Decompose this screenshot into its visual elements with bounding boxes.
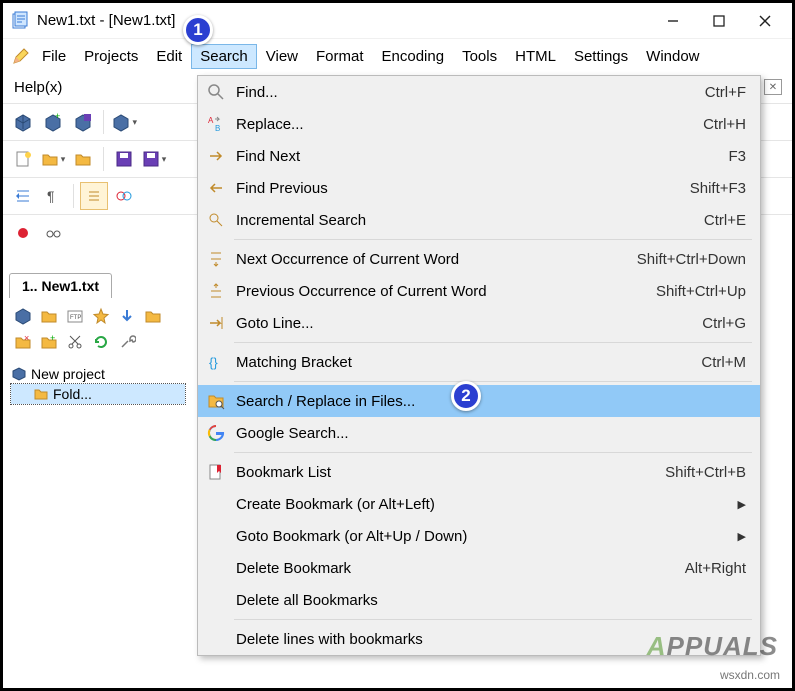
close-button[interactable]: [742, 6, 788, 36]
search-menu: Find... Ctrl+F AB Replace... Ctrl+H Find…: [197, 75, 761, 656]
cube-icon[interactable]: [9, 108, 37, 136]
window-title: New1.txt - [New1.txt]: [37, 12, 650, 29]
search-files-icon: [202, 392, 230, 410]
menu-create-bookmark[interactable]: Create Bookmark (or Alt+Left) ▶: [198, 488, 760, 520]
cube-dropdown[interactable]: [110, 108, 138, 136]
refresh-icon[interactable]: [89, 330, 113, 354]
project-tree: New project Fold...: [9, 360, 187, 408]
ftp-icon[interactable]: FTP: [63, 304, 87, 328]
find-next-icon: [202, 147, 230, 165]
menu-bookmark-list[interactable]: Bookmark List Shift+Ctrl+B: [198, 456, 760, 488]
svg-text:+: +: [50, 333, 55, 343]
menu-replace[interactable]: AB Replace... Ctrl+H: [198, 108, 760, 140]
folder-x-icon[interactable]: ×: [11, 330, 35, 354]
menu-google-search[interactable]: Google Search...: [198, 417, 760, 449]
folder-tree-icon: [33, 386, 49, 402]
google-icon: [202, 424, 230, 442]
menu-find[interactable]: Find... Ctrl+F: [198, 76, 760, 108]
next-word-icon: [202, 250, 230, 268]
menu-incremental[interactable]: Incremental Search Ctrl+E: [198, 204, 760, 236]
tools-icon[interactable]: [115, 330, 139, 354]
down-arrow-icon[interactable]: [115, 304, 139, 328]
menu-html[interactable]: HTML: [506, 44, 565, 69]
annotation-badge-1: 1: [183, 15, 213, 45]
menu-edit[interactable]: Edit: [147, 44, 191, 69]
menu-file[interactable]: File: [33, 44, 75, 69]
scissors-icon[interactable]: [63, 330, 87, 354]
folder-small-icon[interactable]: [37, 304, 61, 328]
cube-tree-icon: [11, 366, 27, 382]
menu-prev-occurrence[interactable]: Previous Occurrence of Current Word Shif…: [198, 275, 760, 307]
menu-goto-bookmark[interactable]: Goto Bookmark (or Alt+Up / Down) ▶: [198, 520, 760, 552]
svg-text:A: A: [208, 116, 214, 125]
minimize-button[interactable]: [650, 6, 696, 36]
maximize-button[interactable]: [696, 6, 742, 36]
bracket-icon: {}: [202, 353, 230, 371]
find-prev-icon: [202, 179, 230, 197]
tree-folder-row[interactable]: Fold...: [11, 384, 185, 404]
pilcrow-icon[interactable]: ¶: [39, 182, 67, 210]
bookmark-icon: [202, 463, 230, 481]
svg-text:¶: ¶: [47, 188, 55, 204]
prev-word-icon: [202, 282, 230, 300]
menu-tools[interactable]: Tools: [453, 44, 506, 69]
open-folder2-icon[interactable]: [69, 145, 97, 173]
compare-icon[interactable]: [110, 182, 138, 210]
indent-icon[interactable]: [9, 182, 37, 210]
menu-goto-line[interactable]: Goto Line... Ctrl+G: [198, 307, 760, 339]
star-icon[interactable]: [89, 304, 113, 328]
menu-find-prev[interactable]: Find Previous Shift+F3: [198, 172, 760, 204]
title-bar: New1.txt - [New1.txt]: [3, 3, 792, 39]
svg-text:+: +: [55, 112, 60, 121]
record-icon[interactable]: [9, 219, 37, 247]
menu-delete-all-bookmarks[interactable]: Delete all Bookmarks: [198, 584, 760, 616]
svg-text:×: ×: [24, 333, 29, 343]
menu-find-next[interactable]: Find Next F3: [198, 140, 760, 172]
folder-copy-icon[interactable]: [141, 304, 165, 328]
svg-text:FTP: FTP: [70, 315, 81, 321]
annotation-badge-2: 2: [451, 381, 481, 411]
document-tab[interactable]: 1.. New1.txt: [9, 273, 112, 298]
menu-matching-bracket[interactable]: {} Matching Bracket Ctrl+M: [198, 346, 760, 378]
folder-label: Fold...: [53, 386, 92, 402]
goto-icon: [202, 314, 230, 332]
svg-text:{}: {}: [209, 355, 218, 370]
save-dropdown-icon[interactable]: [140, 145, 168, 173]
app-icon: [11, 11, 31, 31]
save-icon[interactable]: [110, 145, 138, 173]
submenu-arrow-icon: ▶: [738, 530, 746, 543]
menu-settings[interactable]: Settings: [565, 44, 637, 69]
list-icon[interactable]: [80, 182, 108, 210]
footer-domain: wsxdn.com: [720, 668, 780, 682]
menu-delete-bookmark[interactable]: Delete Bookmark Alt+Right: [198, 552, 760, 584]
menu-encoding[interactable]: Encoding: [373, 44, 454, 69]
tree-project-row[interactable]: New project: [11, 364, 185, 384]
pencil-icon: [11, 48, 29, 66]
submenu-arrow-icon: ▶: [738, 498, 746, 511]
menu-next-occurrence[interactable]: Next Occurrence of Current Word Shift+Ct…: [198, 243, 760, 275]
new-file-icon[interactable]: [9, 145, 37, 173]
sidebar-toolbar: FTP × +: [9, 298, 187, 360]
menu-window[interactable]: Window: [637, 44, 708, 69]
sidebar: 1.. New1.txt FTP × + New project Fold...: [9, 273, 187, 408]
project-label: New project: [31, 366, 105, 382]
menu-view[interactable]: View: [257, 44, 307, 69]
replace-icon: AB: [202, 115, 230, 133]
svg-text:B: B: [215, 124, 220, 133]
menu-projects[interactable]: Projects: [75, 44, 147, 69]
mdi-close[interactable]: ✕: [764, 79, 782, 95]
cube-small-icon[interactable]: [11, 304, 35, 328]
incremental-icon: [202, 211, 230, 229]
folder-plus-icon[interactable]: +: [37, 330, 61, 354]
menu-format[interactable]: Format: [307, 44, 373, 69]
open-folder-icon[interactable]: [39, 145, 67, 173]
watermark: APPUALS: [647, 631, 778, 662]
magnifier-icon: [202, 83, 230, 101]
menu-search[interactable]: Search: [191, 44, 257, 69]
glasses-icon[interactable]: [39, 219, 67, 247]
cube-plus-icon[interactable]: +: [39, 108, 67, 136]
cube-save-icon[interactable]: [69, 108, 97, 136]
